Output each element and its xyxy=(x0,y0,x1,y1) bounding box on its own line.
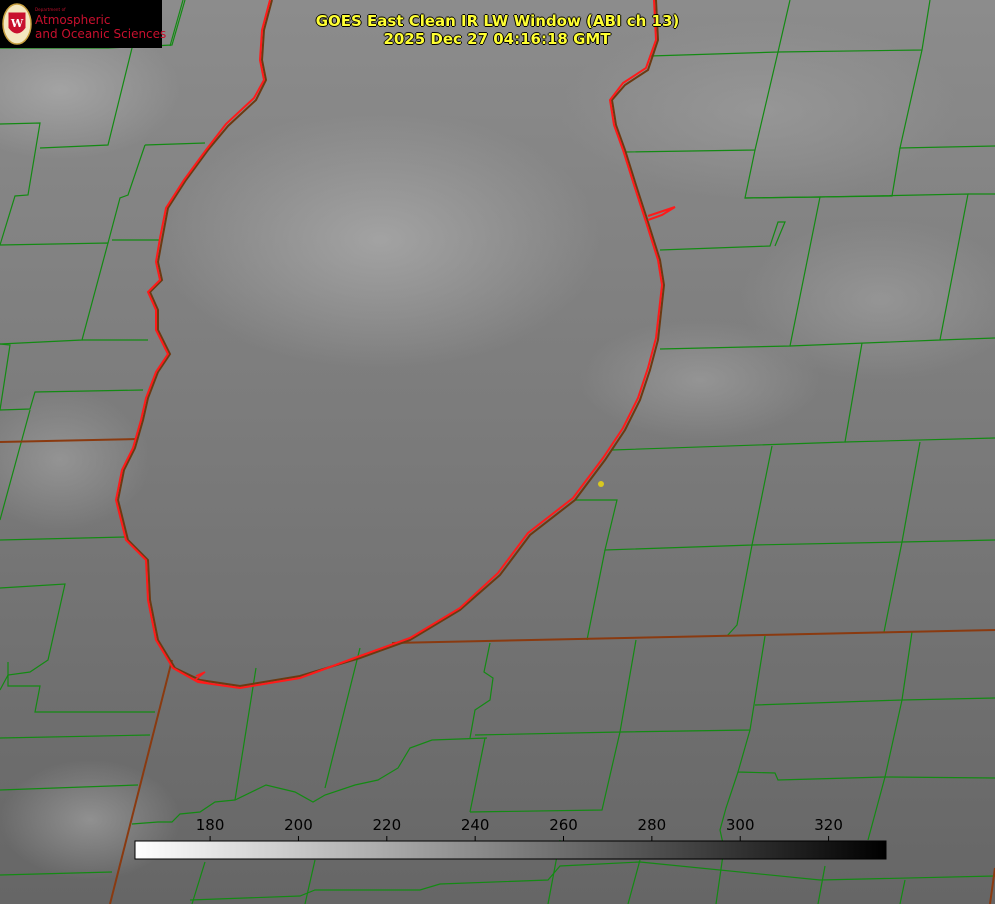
colorbar-tick-label: 180 xyxy=(196,816,225,834)
map-canvas: 180 200 220 240 260 280 300 320 xyxy=(0,0,995,904)
colorbar-tick-label: 200 xyxy=(284,816,313,834)
title-timestamp: 2025 Dec 27 04:16:18 GMT xyxy=(383,30,611,48)
colorbar-tick-label: 320 xyxy=(814,816,843,834)
colorbar-tick-label: 240 xyxy=(461,816,490,834)
colorbar-gradient xyxy=(134,840,887,860)
image-title: GOES East Clean IR LW Window (ABI ch 13)… xyxy=(0,12,995,48)
city-marker xyxy=(598,481,604,487)
colorbar-tick-label: 220 xyxy=(372,816,401,834)
satellite-map: 180 200 220 240 260 280 300 320 W Department of… xyxy=(0,0,995,904)
colorbar-tick-label: 300 xyxy=(726,816,755,834)
colorbar-tick-label: 260 xyxy=(549,816,578,834)
title-product: GOES East Clean IR LW Window (ABI ch 13) xyxy=(315,12,680,30)
colorbar-tick-label: 280 xyxy=(638,816,667,834)
